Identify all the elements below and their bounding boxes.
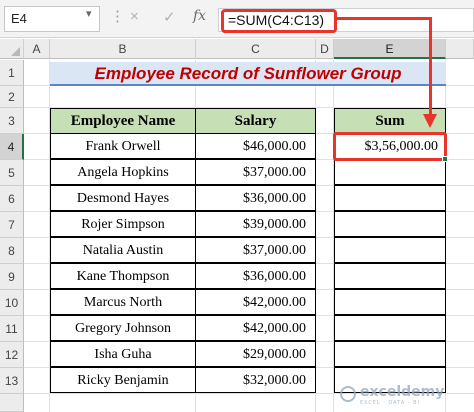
employee-name-cell[interactable]: Desmond Hayes — [50, 185, 196, 211]
sum-empty-cell[interactable] — [334, 185, 446, 211]
row-header-12[interactable]: 12 — [0, 342, 24, 368]
row-header-13[interactable]: 13 — [0, 368, 24, 394]
chevron-down-icon[interactable]: ▾ — [86, 7, 92, 20]
watermark-tagline: EXCEL · DATA · BI — [360, 400, 420, 406]
row-header-10[interactable]: 10 — [0, 290, 24, 316]
select-all-triangle-icon — [11, 47, 20, 56]
cancel-icon[interactable]: × — [130, 8, 139, 25]
sum-empty-cell[interactable] — [334, 289, 446, 315]
row-header-14[interactable] — [0, 394, 24, 412]
employee-name-cell[interactable]: Ricky Benjamin — [50, 367, 196, 393]
salary-cell[interactable]: $36,000.00 — [195, 185, 316, 211]
row-header-5[interactable]: 5 — [0, 160, 24, 186]
column-header-f[interactable] — [446, 39, 474, 59]
employee-name-cell[interactable]: Rojer Simpson — [50, 211, 196, 237]
enter-icon[interactable]: ✓ — [163, 8, 176, 26]
name-box-value: E4 — [11, 11, 27, 26]
column-header-d[interactable]: D — [316, 39, 334, 59]
fill-handle[interactable] — [442, 156, 448, 162]
salary-cell[interactable]: $37,000.00 — [195, 159, 316, 185]
sum-empty-cell[interactable] — [334, 341, 446, 367]
row-header-9[interactable]: 9 — [0, 264, 24, 290]
header-employee-name[interactable]: Employee Name — [50, 108, 196, 134]
callout-arrow-horizontal — [336, 17, 432, 20]
salary-cell[interactable]: $32,000.00 — [195, 367, 316, 393]
salary-cell[interactable]: $42,000.00 — [195, 315, 316, 341]
sum-empty-cell[interactable] — [334, 159, 446, 185]
row-header-4[interactable]: 4 — [0, 134, 24, 160]
watermark: exceldemy EXCEL · DATA · BI — [340, 384, 460, 408]
callout-arrow-vertical — [429, 17, 432, 117]
sheet-title: Employee Record of Sunflower Group — [94, 64, 402, 83]
formula-highlight-box — [221, 9, 337, 33]
employee-name-cell[interactable]: Kane Thompson — [50, 263, 196, 289]
row-header-7[interactable]: 7 — [0, 212, 24, 238]
exceldemy-logo-icon — [340, 386, 356, 402]
employee-name-cell[interactable]: Marcus North — [50, 289, 196, 315]
sum-highlight-box — [333, 132, 447, 161]
row-header-1[interactable]: 1 — [0, 60, 24, 86]
sum-empty-cell[interactable] — [334, 315, 446, 341]
sum-empty-cell[interactable] — [334, 263, 446, 289]
employee-name-cell[interactable]: Gregory Johnson — [50, 315, 196, 341]
employee-name-cell[interactable]: Natalia Austin — [50, 237, 196, 263]
arrow-down-icon — [423, 114, 437, 128]
sum-empty-cell[interactable] — [334, 237, 446, 263]
column-header-b[interactable]: B — [50, 39, 196, 59]
salary-cell[interactable]: $37,000.00 — [195, 237, 316, 263]
row-header-3[interactable]: 3 — [0, 108, 24, 134]
insert-function-icon[interactable]: fx — [193, 8, 206, 24]
employee-name-cell[interactable]: Frank Orwell — [50, 133, 196, 159]
employee-name-cell[interactable]: Isha Guha — [50, 341, 196, 367]
row-header-2[interactable]: 2 — [0, 86, 24, 108]
more-options-icon: ⋮ — [110, 8, 125, 25]
row-header-11[interactable]: 11 — [0, 316, 24, 342]
header-salary[interactable]: Salary — [195, 108, 316, 134]
sum-empty-cell[interactable] — [334, 211, 446, 237]
salary-cell[interactable]: $39,000.00 — [195, 211, 316, 237]
salary-cell[interactable]: $29,000.00 — [195, 341, 316, 367]
row-header-6[interactable]: 6 — [0, 186, 24, 212]
employee-name-cell[interactable]: Angela Hopkins — [50, 159, 196, 185]
column-header-a[interactable]: A — [24, 39, 50, 59]
watermark-name: exceldemy — [360, 384, 445, 400]
salary-cell[interactable]: $36,000.00 — [195, 263, 316, 289]
salary-cell[interactable]: $46,000.00 — [195, 133, 316, 159]
column-header-c[interactable]: C — [196, 39, 316, 59]
salary-cell[interactable]: $42,000.00 — [195, 289, 316, 315]
row-header-8[interactable]: 8 — [0, 238, 24, 264]
